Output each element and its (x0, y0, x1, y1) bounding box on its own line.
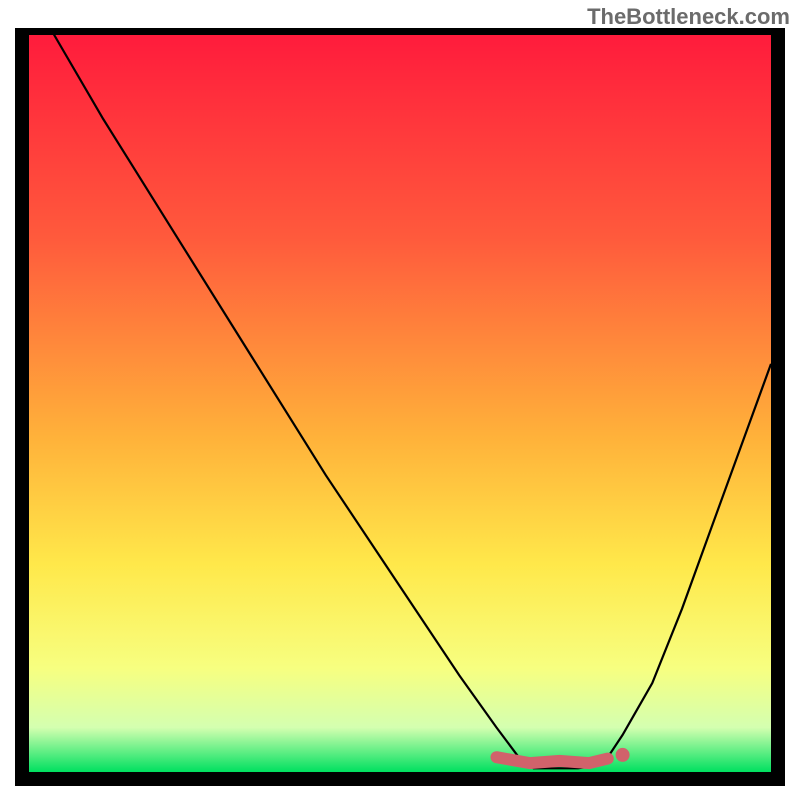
valley-marker (497, 757, 608, 763)
gradient-background (29, 30, 771, 772)
chart-svg (15, 28, 785, 786)
watermark-text: TheBottleneck.com (587, 4, 790, 30)
plot-area (15, 28, 785, 786)
chart-frame: TheBottleneck.com (0, 0, 800, 800)
valley-dot (616, 748, 630, 762)
